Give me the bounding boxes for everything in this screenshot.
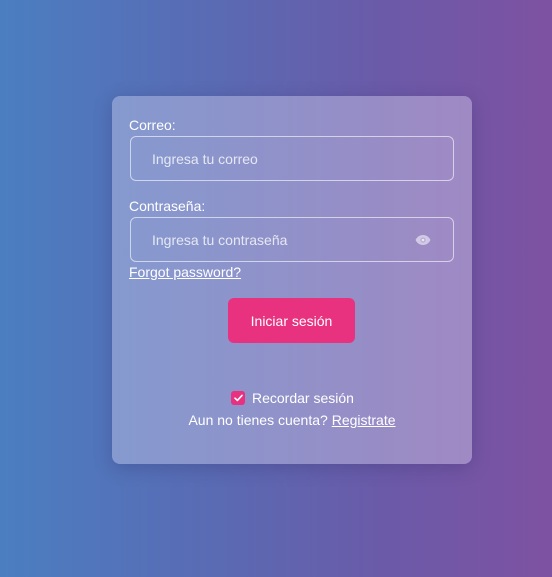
remember-checkbox[interactable] (231, 391, 245, 405)
forgot-password-link[interactable]: Forgot password? (129, 264, 241, 280)
password-field[interactable] (131, 218, 453, 261)
email-label: Correo: (129, 117, 176, 133)
password-field-container (130, 217, 454, 262)
signup-text: Aun no tienes cuenta? (188, 412, 328, 428)
eye-icon[interactable] (415, 233, 431, 247)
signup-link[interactable]: Registrate (332, 412, 396, 428)
remember-session: Recordar sesión (231, 389, 354, 407)
login-button[interactable]: Iniciar sesión (228, 298, 355, 343)
email-field[interactable] (131, 137, 453, 180)
signup-prompt: Aun no tienes cuenta? Registrate (112, 412, 472, 428)
checkmark-icon (233, 394, 243, 402)
password-label: Contraseña: (129, 198, 206, 214)
email-field-container (130, 136, 454, 181)
login-card: Correo: Contraseña: Forgot password? Ini… (112, 96, 472, 464)
remember-label: Recordar sesión (252, 390, 354, 406)
